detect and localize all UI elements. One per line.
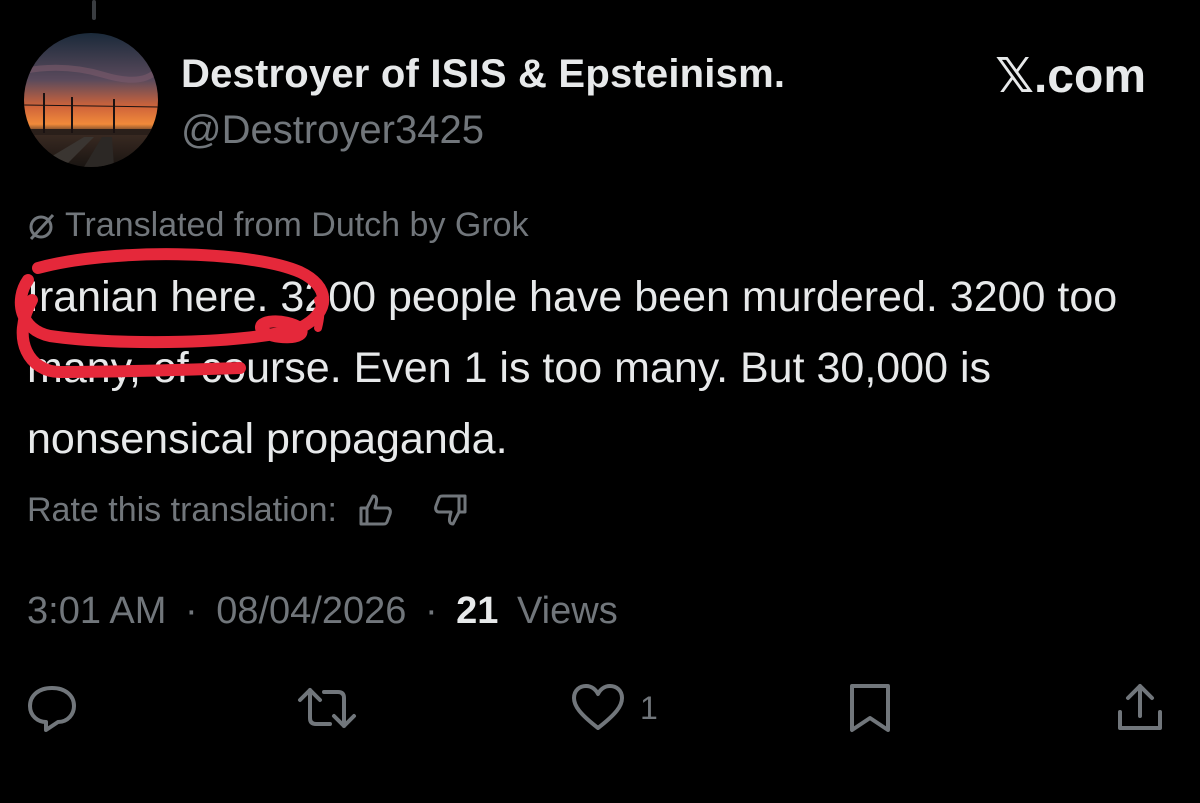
author-display-name[interactable]: Destroyer of ISIS & Epsteinism. <box>181 52 785 97</box>
retweet-icon <box>296 680 358 736</box>
avatar[interactable] <box>24 33 158 167</box>
meta-separator: · <box>424 590 438 632</box>
like-button[interactable]: 1 <box>570 680 658 736</box>
translation-notice: Translated from Dutch by Grok <box>27 206 529 245</box>
tweet-action-bar: 1 <box>0 680 1200 750</box>
reply-button[interactable] <box>24 680 80 736</box>
retweet-button[interactable] <box>296 680 358 736</box>
thumbs-up-icon[interactable] <box>355 490 395 530</box>
avatar-sunset-image <box>24 33 158 167</box>
meta-separator: · <box>184 590 198 632</box>
bookmark-icon <box>846 680 894 736</box>
rate-translation-row: Rate this translation: <box>27 490 471 530</box>
like-count: 1 <box>640 689 658 726</box>
bookmark-button[interactable] <box>846 680 894 736</box>
reply-icon <box>24 680 80 736</box>
share-icon <box>1112 680 1168 736</box>
views-label: Views <box>517 590 618 632</box>
x-brand-watermark: 𝕏.com <box>995 50 1146 103</box>
thumbs-down-icon[interactable] <box>431 490 471 530</box>
grok-icon <box>27 211 57 241</box>
share-button[interactable] <box>1112 680 1168 736</box>
translation-notice-text: Translated from Dutch by Grok <box>65 206 529 244</box>
tweet-date[interactable]: 08/04/2026 <box>216 590 406 632</box>
author-handle[interactable]: @Destroyer3425 <box>181 108 484 153</box>
tweet-time[interactable]: 3:01 AM <box>27 590 166 632</box>
heart-icon <box>570 680 626 736</box>
views-count: 21 <box>456 590 499 632</box>
rate-translation-label: Rate this translation: <box>27 490 337 529</box>
tweet-meta-row: 3:01 AM · 08/04/2026 · 21 Views <box>27 590 618 633</box>
tweet-body-text: Iranian here. 3200 people have been murd… <box>27 273 1118 463</box>
thread-connector-line <box>92 0 96 20</box>
